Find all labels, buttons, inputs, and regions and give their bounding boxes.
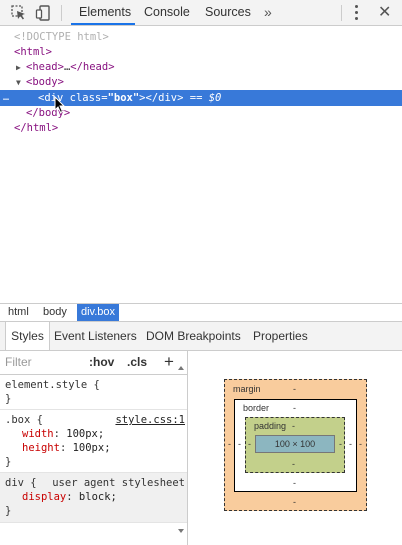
box-model-diagram: margin - border - padding - 100 × 100 - … xyxy=(189,351,402,545)
property-height[interactable]: height: 100px; xyxy=(22,441,111,455)
padding-top-value[interactable]: - xyxy=(292,421,295,431)
hover-state-toggle[interactable]: :hov xyxy=(89,355,114,369)
breadcrumb-body[interactable]: body xyxy=(39,304,71,321)
tab-sources[interactable]: Sources xyxy=(205,0,251,25)
div-attr-name: class xyxy=(69,92,102,104)
head-node[interactable]: ▶ <head>…</head> xyxy=(16,60,115,75)
padding-label: padding xyxy=(254,421,287,431)
padding-right-value[interactable]: - xyxy=(339,439,342,449)
border-label: border xyxy=(243,403,270,413)
mouse-cursor-icon xyxy=(54,96,66,114)
margin-left-value[interactable]: - xyxy=(228,439,231,449)
more-options-icon[interactable] xyxy=(355,5,359,21)
margin-bottom-value[interactable]: - xyxy=(293,497,296,507)
expand-arrow-icon[interactable]: ▶ xyxy=(16,60,26,75)
breadcrumb: html body div.box xyxy=(0,303,402,322)
border-bottom-value[interactable]: - xyxy=(293,478,296,488)
property-value: 100px; xyxy=(66,428,105,440)
div-close-tag: ></div> xyxy=(139,92,184,104)
breadcrumb-div-box[interactable]: div.box xyxy=(77,304,120,321)
html-close-tag: </html> xyxy=(14,122,59,134)
content-size: 100 × 100 xyxy=(274,439,316,449)
class-toggle[interactable]: .cls xyxy=(127,355,147,369)
box-rule-close: } xyxy=(5,456,12,468)
tab-console[interactable]: Console xyxy=(144,0,190,25)
property-value: 100px; xyxy=(72,442,111,454)
element-style-rule: element.style { } xyxy=(0,375,187,410)
element-style-selector[interactable]: element.style { xyxy=(5,378,100,392)
property-name: display xyxy=(22,491,67,503)
padding-left-value[interactable]: - xyxy=(248,439,251,449)
scroll-up-icon[interactable] xyxy=(178,366,184,370)
box-rule: .box { style.css:1 width: 100px; height:… xyxy=(0,410,187,473)
element-style-close: } xyxy=(5,393,12,405)
toolbar-separator xyxy=(341,5,342,21)
ua-source-label: user agent stylesheet xyxy=(52,477,185,489)
tab-elements[interactable]: Elements xyxy=(79,0,131,25)
device-toolbar-icon[interactable] xyxy=(35,4,53,22)
doctype-node[interactable]: <!DOCTYPE html> xyxy=(14,30,109,45)
devtools-toolbar: Elements Console Sources » ✕ xyxy=(0,0,402,26)
head-close-tag: </head> xyxy=(70,61,115,73)
property-display: display: block; xyxy=(22,491,117,503)
toolbar-separator xyxy=(61,5,62,21)
close-icon[interactable]: ✕ xyxy=(378,2,391,24)
html-close-node[interactable]: </html> xyxy=(14,121,58,136)
tab-styles[interactable]: Styles xyxy=(5,322,50,350)
console-ref: == $0 xyxy=(183,92,222,104)
node-dots[interactable]: … xyxy=(3,90,10,105)
active-tab-indicator xyxy=(71,23,135,25)
styles-pane: Filter :hov .cls + element.style { } .bo… xyxy=(0,351,188,545)
border-right-value[interactable]: - xyxy=(349,439,352,449)
collapse-arrow-icon[interactable]: ▼ xyxy=(16,75,26,90)
ua-selector: div { xyxy=(5,477,37,489)
border-left-value[interactable]: - xyxy=(238,439,241,449)
scroll-down-icon[interactable] xyxy=(178,529,184,533)
breadcrumb-html[interactable]: html xyxy=(4,304,33,321)
filter-input[interactable]: Filter xyxy=(5,355,32,369)
border-top-value[interactable]: - xyxy=(293,403,296,413)
margin-top-value[interactable]: - xyxy=(293,384,296,394)
inspect-element-icon[interactable] xyxy=(10,4,28,22)
user-agent-rule: div { user agent stylesheet display: blo… xyxy=(0,473,187,523)
dom-tree: <!DOCTYPE html> <html> ▶ <head>…</head> ▼… xyxy=(0,27,402,302)
tab-event-listeners[interactable]: Event Listeners xyxy=(54,322,137,350)
more-tabs-button[interactable]: » xyxy=(264,0,272,25)
box-rule-source-link[interactable]: style.css:1 xyxy=(115,413,185,427)
padding-bottom-value[interactable]: - xyxy=(292,459,295,469)
body-open-tag: <body> xyxy=(26,76,64,88)
body-node[interactable]: ▼ <body> xyxy=(16,75,64,90)
property-name: height xyxy=(22,442,60,454)
property-name: width xyxy=(22,428,54,440)
ua-rule-close: } xyxy=(5,505,12,517)
margin-label: margin xyxy=(233,384,261,394)
property-value: block; xyxy=(78,491,117,503)
div-attr-value: "box" xyxy=(107,92,140,104)
html-open-tag: <html> xyxy=(14,46,52,58)
new-rule-button[interactable]: + xyxy=(164,351,174,373)
tab-properties[interactable]: Properties xyxy=(253,322,308,350)
html-node[interactable]: <html> xyxy=(14,45,52,60)
head-open-tag: <head> xyxy=(26,61,64,73)
sidebar-tabs: Styles Event Listeners DOM Breakpoints P… xyxy=(0,322,402,351)
property-width[interactable]: width: 100px; xyxy=(22,427,104,441)
tab-dom-breakpoints[interactable]: DOM Breakpoints xyxy=(146,322,241,350)
box-selector[interactable]: .box { xyxy=(5,413,43,427)
margin-right-value[interactable]: - xyxy=(359,439,362,449)
doctype-text: <!DOCTYPE html> xyxy=(14,31,109,43)
styles-filter-bar: Filter :hov .cls + xyxy=(0,351,187,375)
